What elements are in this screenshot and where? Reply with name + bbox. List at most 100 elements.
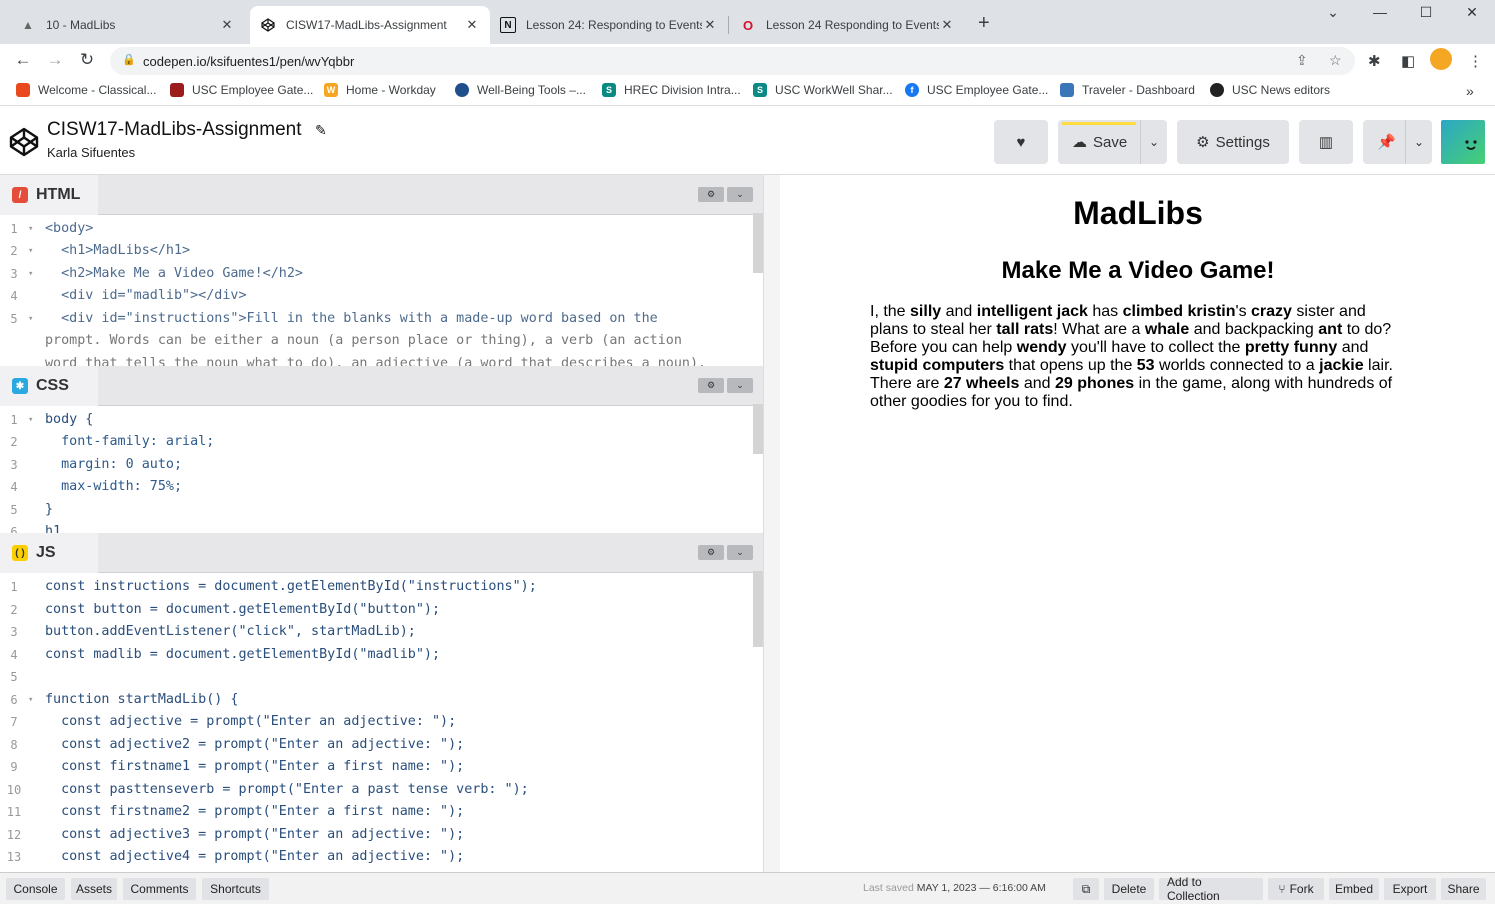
madlib-filled-word: 53 [1136, 357, 1155, 374]
side-panel-icon[interactable]: ◧ [1401, 52, 1415, 70]
bookmark-item[interactable]: Traveler - Dashboard [1060, 83, 1195, 97]
bookmark-favicon-icon: W [324, 83, 338, 97]
madlib-filled-word: tall rats [996, 321, 1054, 338]
bookmark-favicon-icon: f [905, 83, 919, 97]
browser-tab-1[interactable]: ▲ 10 - MadLibs ✕ [10, 6, 245, 44]
close-tab-icon[interactable]: ✕ [219, 17, 235, 33]
settings-button[interactable]: ⚙ Settings [1177, 120, 1289, 164]
code-line: prompt. Words can be either a noun (a pe… [45, 333, 682, 348]
bookmark-item[interactable]: USC Employee Gate... [170, 83, 313, 97]
tab-title: Lesson 24: Responding to Events [526, 18, 702, 32]
close-window-icon[interactable]: ✕ [1452, 4, 1492, 24]
browser-tab-2-active[interactable]: CISW17-MadLibs-Assignment ✕ [250, 6, 490, 44]
chevron-down-icon[interactable]: ⌄ [1405, 120, 1432, 164]
pane-collapse-icon[interactable]: ⌄ [727, 545, 753, 560]
browser-menu-icon[interactable]: ⋮ [1468, 52, 1483, 70]
comments-button[interactable]: Comments [123, 878, 196, 900]
css-scrollbar[interactable] [753, 404, 763, 454]
new-tab-button[interactable]: + [978, 12, 990, 35]
bookmark-item[interactable]: Welcome - Classical... [16, 83, 156, 97]
bookmark-label: Well-Being Tools –... [477, 83, 586, 97]
bookmark-star-icon[interactable]: ☆ [1329, 52, 1342, 69]
bookmark-item[interactable]: W Home - Workday [324, 83, 436, 97]
pane-settings-icon[interactable]: ⚙ [698, 187, 724, 202]
resize-splitter[interactable] [763, 175, 780, 872]
bookmark-item[interactable]: f USC Employee Gate... [905, 83, 1048, 97]
codepen-logo-icon[interactable] [8, 126, 40, 161]
browser-tab-3[interactable]: N Lesson 24: Responding to Events ✕ [490, 6, 728, 44]
js-code-editor[interactable]: 1 const instructions = document.getElemen… [0, 576, 763, 872]
last-saved-label: Last saved [863, 882, 914, 894]
line-number: 10 [6, 783, 22, 797]
js-scrollbar[interactable] [753, 571, 763, 647]
html-icon: / [12, 187, 28, 203]
html-code-editor[interactable]: 1 ▾ 2 ▾ 3 ▾ 4 5 ▾ <body> <h1>MadLibs</h1> <h… [0, 218, 763, 367]
line-number: 4 [10, 648, 18, 662]
change-view-button[interactable]: ▥ [1299, 120, 1353, 164]
user-avatar[interactable] [1441, 120, 1485, 164]
madlib-filled-word: crazy [1251, 303, 1292, 320]
js-pane-tab[interactable]: ( ) JS [0, 533, 98, 573]
code-line: <body> [45, 221, 94, 236]
console-button[interactable]: Console [6, 878, 65, 900]
tab-search-icon[interactable]: ⌄ [1313, 4, 1353, 24]
line-number: 12 [6, 828, 22, 842]
delete-button[interactable]: Delete [1104, 878, 1154, 900]
minimize-icon[interactable]: — [1360, 4, 1400, 24]
edit-title-icon[interactable]: ✎ [315, 122, 327, 139]
omnibox[interactable]: 🔒 codepen.io/ksifuentes1/pen/wvYqbbr ⇪ ☆ [110, 47, 1355, 75]
save-button[interactable]: ☁ Save ⌄ [1058, 120, 1167, 164]
open-external-icon[interactable]: ⧉ [1073, 878, 1099, 900]
heart-button[interactable]: ♥ [994, 120, 1048, 164]
madlib-filled-word: wendy [1016, 339, 1067, 356]
pen-author[interactable]: Karla Sifuentes [47, 145, 135, 160]
bookmark-item[interactable]: S HREC Division Intra... [602, 83, 741, 97]
pane-settings-icon[interactable]: ⚙ [698, 545, 724, 560]
madlib-text: 's [1235, 303, 1252, 320]
madlib-text: worlds connected to a [1154, 357, 1320, 374]
shortcuts-button[interactable]: Shortcuts [202, 878, 269, 900]
html-pane-tab[interactable]: / HTML [0, 175, 98, 215]
css-pane-header: ✱ CSS ⚙ ⌄ [0, 366, 763, 406]
madlib-filled-word: stupid computers [870, 357, 1005, 374]
assets-button[interactable]: Assets [71, 878, 117, 900]
code-line: const adjective3 = prompt("Enter an adje… [45, 827, 465, 842]
share-button[interactable]: Share [1441, 878, 1486, 900]
pin-button[interactable]: 📌 ⌄ [1363, 120, 1432, 164]
fork-button[interactable]: ⑂ Fork [1268, 878, 1324, 900]
bookmark-item[interactable]: S USC WorkWell Shar... [753, 83, 893, 97]
html-scrollbar[interactable] [753, 213, 763, 273]
chevron-down-icon[interactable]: ⌄ [1140, 120, 1167, 164]
madlib-text: you'll have to collect the [1066, 339, 1245, 356]
pane-collapse-icon[interactable]: ⌄ [727, 378, 753, 393]
reload-icon[interactable]: ↻ [76, 49, 98, 71]
bookmark-item[interactable]: Well-Being Tools –... [455, 83, 586, 97]
code-line: button.addEventListener("click", startMa… [45, 624, 416, 639]
pane-collapse-icon[interactable]: ⌄ [727, 187, 753, 202]
close-tab-icon[interactable]: ✕ [464, 17, 480, 33]
share-icon[interactable]: ⇪ [1296, 52, 1308, 69]
close-tab-icon[interactable]: ✕ [702, 17, 718, 33]
url-text[interactable]: codepen.io/ksifuentes1/pen/wvYqbbr [143, 54, 354, 69]
add-to-collection-button[interactable]: Add to Collection [1159, 875, 1263, 903]
css-code-editor[interactable]: 1 ▾ 2 3 4 5 6 body { font-family: arial; … [0, 409, 763, 534]
madlib-filled-word: ant [1318, 321, 1343, 338]
lock-icon[interactable]: 🔒 [122, 53, 136, 66]
profile-avatar[interactable] [1430, 48, 1452, 70]
back-icon[interactable]: ← [12, 49, 34, 71]
bookmark-item[interactable]: USC News editors [1210, 83, 1330, 97]
export-button[interactable]: Export [1384, 878, 1436, 900]
code-line: function startMadLib() { [45, 692, 239, 707]
heart-icon: ♥ [1016, 133, 1026, 151]
forward-icon[interactable]: → [44, 49, 66, 71]
browser-tab-4[interactable]: O Lesson 24 Responding to Events ✕ [730, 6, 965, 44]
close-tab-icon[interactable]: ✕ [939, 17, 955, 33]
pane-settings-icon[interactable]: ⚙ [698, 378, 724, 393]
code-line: body { [45, 412, 94, 427]
extensions-icon[interactable]: ✱ [1368, 52, 1381, 70]
more-bookmarks-icon[interactable]: » [1466, 83, 1474, 99]
css-pane-tab[interactable]: ✱ CSS [0, 366, 98, 406]
maximize-icon[interactable]: ☐ [1406, 4, 1446, 24]
pen-title[interactable]: CISW17-MadLibs-Assignment [47, 119, 301, 141]
embed-button[interactable]: Embed [1329, 878, 1379, 900]
